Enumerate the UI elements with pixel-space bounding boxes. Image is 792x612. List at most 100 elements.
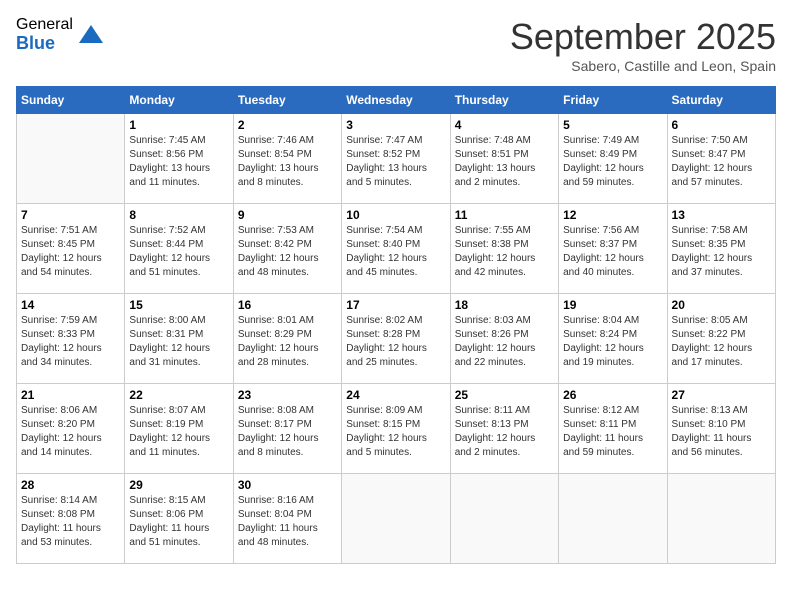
- calendar-table: SundayMondayTuesdayWednesdayThursdayFrid…: [16, 86, 776, 564]
- day-info: Sunrise: 7:45 AM Sunset: 8:56 PM Dayligh…: [129, 134, 228, 190]
- header-cell-thursday: Thursday: [450, 87, 558, 114]
- day-number: 21: [21, 388, 120, 402]
- day-info: Sunrise: 8:15 AM Sunset: 8:06 PM Dayligh…: [129, 494, 228, 550]
- day-info: Sunrise: 8:02 AM Sunset: 8:28 PM Dayligh…: [346, 314, 445, 370]
- day-cell: [17, 114, 125, 204]
- logo: General Blue: [16, 16, 105, 53]
- day-info: Sunrise: 7:47 AM Sunset: 8:52 PM Dayligh…: [346, 134, 445, 190]
- day-cell: 20Sunrise: 8:05 AM Sunset: 8:22 PM Dayli…: [667, 294, 775, 384]
- calendar-body: 1 Sunrise: 7:45 AM Sunset: 8:56 PM Daylig…: [17, 114, 776, 564]
- day-info: Sunrise: 7:50 AM Sunset: 8:47 PM Dayligh…: [672, 134, 771, 190]
- header-cell-wednesday: Wednesday: [342, 87, 450, 114]
- day-number: 15: [129, 298, 228, 312]
- day-info: Sunrise: 7:59 AM Sunset: 8:33 PM Dayligh…: [21, 314, 120, 370]
- day-cell: 18Sunrise: 8:03 AM Sunset: 8:26 PM Dayli…: [450, 294, 558, 384]
- day-cell: 4 Sunrise: 7:48 AM Sunset: 8:51 PM Daylig…: [450, 114, 558, 204]
- day-number: 27: [672, 388, 771, 402]
- day-cell: 7 Sunrise: 7:51 AM Sunset: 8:45 PM Daylig…: [17, 204, 125, 294]
- day-cell: [667, 474, 775, 564]
- day-info: Sunrise: 7:48 AM Sunset: 8:51 PM Dayligh…: [455, 134, 554, 190]
- week-row-4: 28 Sunrise: 8:14 AM Sunset: 8:08 PM Dayli…: [17, 474, 776, 564]
- day-info: Sunrise: 8:00 AM Sunset: 8:31 PM Dayligh…: [129, 314, 228, 370]
- day-number: 11: [455, 208, 554, 222]
- day-info: Sunrise: 7:56 AM Sunset: 8:37 PM Dayligh…: [563, 224, 662, 280]
- day-number: 20: [672, 298, 771, 312]
- day-number: 29: [129, 478, 228, 492]
- day-cell: 2Sunrise: 7:46 AM Sunset: 8:54 PM Daylig…: [233, 114, 341, 204]
- day-info: Sunrise: 7:51 AM Sunset: 8:45 PM Dayligh…: [21, 224, 120, 280]
- day-cell: 24Sunrise: 8:09 AM Sunset: 8:15 PM Dayli…: [342, 384, 450, 474]
- day-number: 26: [563, 388, 662, 402]
- day-info: Sunrise: 8:11 AM Sunset: 8:13 PM Dayligh…: [455, 404, 554, 460]
- day-cell: 8 Sunrise: 7:52 AM Sunset: 8:44 PM Daylig…: [125, 204, 233, 294]
- day-number: 13: [672, 208, 771, 222]
- day-info: Sunrise: 7:55 AM Sunset: 8:38 PM Dayligh…: [455, 224, 554, 280]
- day-cell: 9 Sunrise: 7:53 AM Sunset: 8:42 PM Daylig…: [233, 204, 341, 294]
- day-info: Sunrise: 8:14 AM Sunset: 8:08 PM Dayligh…: [21, 494, 120, 550]
- day-number: 24: [346, 388, 445, 402]
- day-info: Sunrise: 8:08 AM Sunset: 8:17 PM Dayligh…: [238, 404, 337, 460]
- day-info: Sunrise: 7:49 AM Sunset: 8:49 PM Dayligh…: [563, 134, 662, 190]
- day-number: 9: [238, 208, 337, 222]
- day-number: 4: [455, 118, 554, 132]
- day-info: Sunrise: 8:13 AM Sunset: 8:10 PM Dayligh…: [672, 404, 771, 460]
- day-cell: 25 Sunrise: 8:11 AM Sunset: 8:13 PM Dayli…: [450, 384, 558, 474]
- day-cell: [342, 474, 450, 564]
- logo-text: General Blue: [16, 16, 73, 53]
- day-number: 25: [455, 388, 554, 402]
- day-info: Sunrise: 7:53 AM Sunset: 8:42 PM Dayligh…: [238, 224, 337, 280]
- day-info: Sunrise: 8:07 AM Sunset: 8:19 PM Dayligh…: [129, 404, 228, 460]
- day-number: 17: [346, 298, 445, 312]
- day-number: 12: [563, 208, 662, 222]
- logo-blue: Blue: [16, 34, 73, 54]
- day-number: 1: [129, 118, 228, 132]
- header-cell-friday: Friday: [559, 87, 667, 114]
- day-cell: 29 Sunrise: 8:15 AM Sunset: 8:06 PM Dayli…: [125, 474, 233, 564]
- day-number: 3: [346, 118, 445, 132]
- day-number: 23: [238, 388, 337, 402]
- month-title: September 2025: [510, 16, 776, 58]
- day-info: Sunrise: 8:16 AM Sunset: 8:04 PM Dayligh…: [238, 494, 337, 550]
- day-cell: 11 Sunrise: 7:55 AM Sunset: 8:38 PM Dayli…: [450, 204, 558, 294]
- day-number: 14: [21, 298, 120, 312]
- logo-general: General: [16, 16, 73, 34]
- week-row-2: 14 Sunrise: 7:59 AM Sunset: 8:33 PM Dayli…: [17, 294, 776, 384]
- day-cell: 13Sunrise: 7:58 AM Sunset: 8:35 PM Dayli…: [667, 204, 775, 294]
- day-number: 18: [455, 298, 554, 312]
- day-cell: 30Sunrise: 8:16 AM Sunset: 8:04 PM Dayli…: [233, 474, 341, 564]
- logo-icon: [77, 21, 105, 49]
- header-cell-tuesday: Tuesday: [233, 87, 341, 114]
- header-row: SundayMondayTuesdayWednesdayThursdayFrid…: [17, 87, 776, 114]
- header-cell-monday: Monday: [125, 87, 233, 114]
- day-info: Sunrise: 8:04 AM Sunset: 8:24 PM Dayligh…: [563, 314, 662, 370]
- day-cell: 23 Sunrise: 8:08 AM Sunset: 8:17 PM Dayli…: [233, 384, 341, 474]
- day-info: Sunrise: 7:54 AM Sunset: 8:40 PM Dayligh…: [346, 224, 445, 280]
- day-number: 28: [21, 478, 120, 492]
- day-cell: 22Sunrise: 8:07 AM Sunset: 8:19 PM Dayli…: [125, 384, 233, 474]
- day-number: 7: [21, 208, 120, 222]
- day-cell: 10Sunrise: 7:54 AM Sunset: 8:40 PM Dayli…: [342, 204, 450, 294]
- title-block: September 2025 Sabero, Castille and Leon…: [510, 16, 776, 74]
- day-cell: 12 Sunrise: 7:56 AM Sunset: 8:37 PM Dayli…: [559, 204, 667, 294]
- day-number: 6: [672, 118, 771, 132]
- day-cell: [559, 474, 667, 564]
- day-info: Sunrise: 8:06 AM Sunset: 8:20 PM Dayligh…: [21, 404, 120, 460]
- day-cell: 6 Sunrise: 7:50 AM Sunset: 8:47 PM Daylig…: [667, 114, 775, 204]
- week-row-0: 1 Sunrise: 7:45 AM Sunset: 8:56 PM Daylig…: [17, 114, 776, 204]
- page-header: General Blue September 2025 Sabero, Cast…: [16, 16, 776, 74]
- day-cell: 19 Sunrise: 8:04 AM Sunset: 8:24 PM Dayli…: [559, 294, 667, 384]
- day-cell: 1 Sunrise: 7:45 AM Sunset: 8:56 PM Daylig…: [125, 114, 233, 204]
- day-cell: 27 Sunrise: 8:13 AM Sunset: 8:10 PM Dayli…: [667, 384, 775, 474]
- day-number: 8: [129, 208, 228, 222]
- week-row-3: 21 Sunrise: 8:06 AM Sunset: 8:20 PM Dayli…: [17, 384, 776, 474]
- day-cell: 16Sunrise: 8:01 AM Sunset: 8:29 PM Dayli…: [233, 294, 341, 384]
- day-cell: 14 Sunrise: 7:59 AM Sunset: 8:33 PM Dayli…: [17, 294, 125, 384]
- day-info: Sunrise: 7:46 AM Sunset: 8:54 PM Dayligh…: [238, 134, 337, 190]
- day-cell: 28 Sunrise: 8:14 AM Sunset: 8:08 PM Dayli…: [17, 474, 125, 564]
- day-cell: 21 Sunrise: 8:06 AM Sunset: 8:20 PM Dayli…: [17, 384, 125, 474]
- day-cell: 15 Sunrise: 8:00 AM Sunset: 8:31 PM Dayli…: [125, 294, 233, 384]
- location-subtitle: Sabero, Castille and Leon, Spain: [510, 58, 776, 74]
- day-info: Sunrise: 7:52 AM Sunset: 8:44 PM Dayligh…: [129, 224, 228, 280]
- day-number: 16: [238, 298, 337, 312]
- day-number: 19: [563, 298, 662, 312]
